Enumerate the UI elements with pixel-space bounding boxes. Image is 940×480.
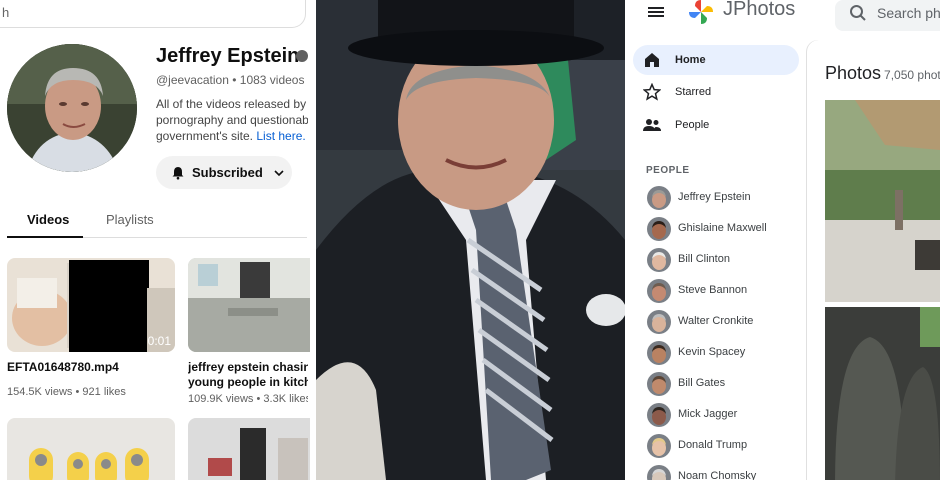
nav-people[interactable]: People (633, 110, 799, 140)
video-title[interactable]: EFTA01648780.mp4 (7, 360, 175, 375)
person-item[interactable]: Ghislaine Maxwell (647, 217, 807, 241)
search-text: h (2, 5, 10, 20)
person-avatar (647, 403, 671, 427)
person-item[interactable]: Walter Cronkite (647, 310, 807, 334)
portrait-photo (316, 0, 625, 480)
photos-logo-icon[interactable] (689, 0, 713, 24)
person-avatar (647, 279, 671, 303)
desc-line: pornography and questionab (156, 113, 308, 127)
channel-avatar[interactable] (7, 44, 137, 172)
bell-icon (172, 166, 184, 179)
person-item[interactable]: Kevin Spacey (647, 341, 807, 365)
search-icon (850, 5, 866, 21)
star-icon (643, 83, 661, 101)
verified-icon (296, 50, 308, 62)
video-views: 109.9K views (188, 393, 254, 405)
person-name: Jeffrey Epstein (678, 191, 751, 203)
video-thumbnail[interactable] (7, 418, 175, 480)
person-avatar (647, 248, 671, 272)
video-thumbnail[interactable] (188, 418, 316, 480)
person-avatar (647, 310, 671, 334)
video-meta: 109.9K views • 3.3K likes (188, 393, 308, 405)
photo-thumbnail[interactable] (825, 100, 940, 302)
person-item[interactable]: Bill Gates (647, 372, 807, 396)
video-likes: 3.3K likes (263, 393, 308, 405)
channel-description[interactable]: All of the videos released by t pornogra… (156, 96, 308, 144)
photo-thumbnail[interactable] (825, 307, 940, 480)
person-item[interactable]: Steve Bannon (647, 279, 807, 303)
person-avatar (647, 341, 671, 365)
video-title-line: EFTA01648780.mp4 (7, 360, 119, 374)
search-bar[interactable]: h (0, 0, 306, 28)
person-avatar (647, 372, 671, 396)
video-title-line: jeffrey epstein chasing (188, 360, 308, 374)
photos-count: 7,050 phot (884, 68, 940, 82)
photos-app: JPhotos Search photo Home Starred People… (625, 0, 940, 480)
video-thumbnail[interactable] (188, 258, 316, 352)
video-thumbnail[interactable]: 0:01 (7, 258, 175, 352)
nav-label: Starred (675, 86, 712, 98)
app-title: JPhotos (723, 0, 796, 20)
subscribe-label: Subscribed (192, 165, 263, 180)
chevron-down-icon (274, 169, 284, 176)
photos-title: Photos (825, 63, 882, 83)
photos-search[interactable]: Search photo (835, 0, 940, 31)
desc-link[interactable]: List here. (256, 129, 305, 143)
photos-heading: Photos 7,050 phot (825, 63, 940, 84)
person-item[interactable]: Jeffrey Epstein (647, 186, 807, 210)
search-placeholder: Search photo (877, 5, 940, 21)
person-avatar (647, 465, 671, 480)
person-item[interactable]: Donald Trump (647, 434, 807, 458)
tab-videos[interactable]: Videos (6, 212, 84, 238)
home-icon (645, 53, 659, 67)
subscribe-button[interactable]: Subscribed (156, 156, 292, 189)
desc-line: All of the videos released by t (156, 97, 308, 111)
person-item[interactable]: Noam Chomsky (647, 465, 807, 480)
video-meta: 154.5K views • 921 likes (7, 386, 126, 398)
nav-label: Home (675, 54, 706, 66)
channel-panel: h Jeffrey Epstein @jeevacation • 1083 vi… (0, 0, 316, 480)
person-name: Kevin Spacey (678, 346, 746, 358)
person-name: Mick Jagger (678, 408, 738, 420)
video-views: 154.5K views (7, 386, 73, 398)
person-name: Ghislaine Maxwell (678, 222, 767, 234)
person-name: Bill Gates (678, 377, 726, 389)
person-name: Steve Bannon (678, 284, 748, 296)
desc-line: government's site. (156, 129, 254, 143)
person-name: Bill Clinton (678, 253, 730, 265)
nav-starred[interactable]: Starred (633, 77, 799, 107)
people-section-label: PEOPLE (646, 165, 690, 176)
nav-home[interactable]: Home (633, 45, 799, 75)
person-item[interactable]: Bill Clinton (647, 248, 807, 272)
channel-name: Jeffrey Epstein (156, 45, 300, 67)
person-avatar (647, 434, 671, 458)
video-likes: 921 likes (82, 386, 126, 398)
people-icon (643, 119, 661, 131)
channel-video-count: 1083 videos (239, 73, 305, 87)
person-item[interactable]: Mick Jagger (647, 403, 807, 427)
channel-meta: @jeevacation • 1083 videos (156, 73, 305, 87)
menu-icon[interactable] (647, 4, 665, 20)
nav-label: People (675, 119, 710, 131)
person-avatar (647, 186, 671, 210)
tab-playlists[interactable]: Playlists (106, 212, 154, 227)
person-name: Noam Chomsky (678, 470, 757, 480)
video-title-line: young people in kitche (188, 375, 308, 389)
person-name: Donald Trump (678, 439, 748, 451)
video-title[interactable]: jeffrey epstein chasing young people in … (188, 360, 308, 390)
person-avatar (647, 217, 671, 241)
person-name: Walter Cronkite (678, 315, 754, 327)
channel-handle: @jeevacation (156, 73, 229, 87)
channel-tabs: Videos Playlists (6, 208, 307, 238)
video-duration: 0:01 (147, 334, 171, 348)
